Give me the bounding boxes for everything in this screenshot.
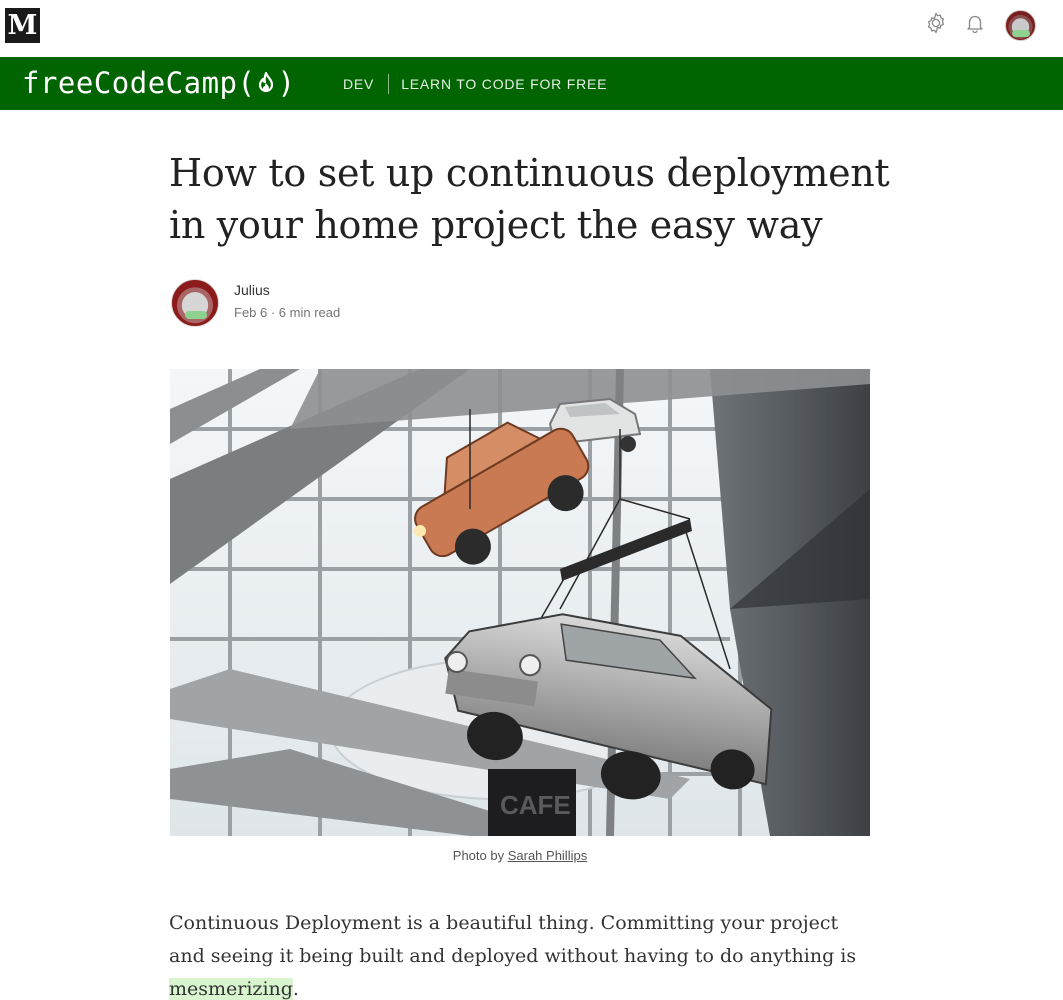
paragraph-end: . xyxy=(292,978,299,1000)
highlighted-text[interactable]: mesmerizing xyxy=(169,978,293,1000)
hero-image-illustration: CAFE xyxy=(170,369,870,836)
article-paragraph: Continuous Deployment is a beautiful thi… xyxy=(169,907,869,1000)
caption-prefix: Photo by xyxy=(452,848,508,863)
photo-credit-link[interactable]: Sarah Phillips xyxy=(508,848,588,863)
freecodecamp-logo[interactable]: freeCodeCamp( ) xyxy=(22,65,295,101)
logo-text-suffix: ) xyxy=(277,66,296,100)
gear-icon[interactable] xyxy=(924,11,948,35)
top-bar: M xyxy=(0,0,1063,57)
publication-nav: DEV LEARN TO CODE FOR FREE xyxy=(343,57,607,110)
bell-icon[interactable] xyxy=(963,11,987,35)
nav-divider xyxy=(388,73,390,94)
svg-text:CAFE: CAFE xyxy=(500,790,571,820)
article-meta: Feb 6 · 6 min read xyxy=(234,305,341,320)
hero-image: CAFE xyxy=(170,369,870,836)
article-title: How to set up continuous deployment in y… xyxy=(169,151,890,247)
author-avatar[interactable] xyxy=(171,279,219,327)
medium-logo[interactable]: M xyxy=(5,8,40,43)
nav-link-learn-to-code[interactable]: LEARN TO CODE FOR FREE xyxy=(401,76,607,92)
publication-bar: freeCodeCamp( ) DEV LEARN TO CODE FOR FR… xyxy=(0,57,1063,110)
logo-text-prefix: freeCodeCamp( xyxy=(22,66,256,100)
nav-link-dev[interactable]: DEV xyxy=(343,76,374,92)
flame-icon xyxy=(259,71,274,93)
user-avatar[interactable] xyxy=(1005,10,1036,41)
image-caption: Photo by Sarah Phillips xyxy=(170,848,870,863)
author-name[interactable]: Julius xyxy=(234,282,270,298)
paragraph-text: Continuous Deployment is a beautiful thi… xyxy=(169,912,857,967)
